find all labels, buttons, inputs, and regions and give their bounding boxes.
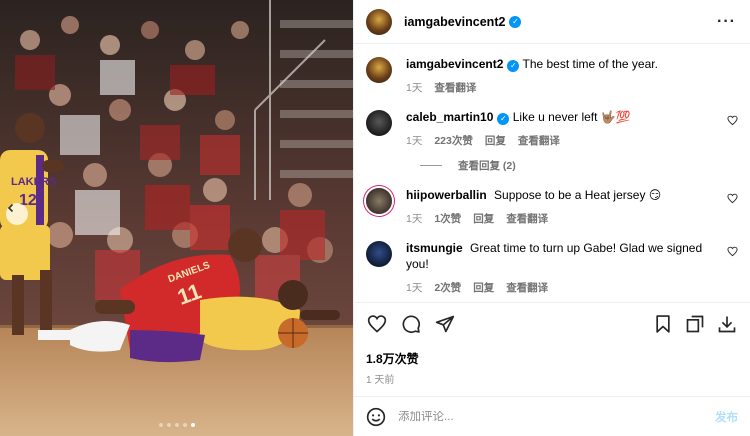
bookmark-icon (656, 314, 670, 333)
carousel-dot (166, 423, 171, 427)
avatar[interactable] (366, 8, 392, 35)
translate-button[interactable]: 查看翻译 (506, 211, 548, 226)
comment-username[interactable]: itsmungie (406, 241, 463, 255)
basketball-photo: LAKERS 12 DANIELS 11 (0, 0, 353, 436)
comment-row: hiipowerballin Suppose to be a Heat jers… (366, 187, 738, 226)
comment-row: caleb_martin10 ✓ Like u never left 🤟🏽💯 1天… (366, 109, 738, 148)
author-username-text[interactable]: iamgabevincent2 (404, 15, 505, 29)
avatar[interactable] (366, 241, 392, 267)
avatar[interactable] (366, 188, 392, 214)
action-bar (354, 302, 750, 344)
more-icon[interactable]: ··· (713, 13, 740, 31)
comment-row: itsmungie Great time to turn up Gabe! Gl… (366, 240, 738, 295)
comment-username[interactable]: caleb_martin10 (406, 110, 493, 124)
reply-button[interactable]: 回复 (473, 280, 494, 295)
carousel-dot (182, 423, 187, 427)
jersey-team-text: LAKERS (11, 176, 56, 188)
view-replies-button[interactable]: 查看回复 (2) (420, 158, 738, 173)
share-icon (435, 315, 455, 332)
share-button[interactable] (434, 313, 456, 335)
comment-time[interactable]: 1天 (406, 280, 422, 295)
heart-icon (367, 314, 387, 333)
posted-time: 1 天前 (366, 375, 395, 386)
comment-time[interactable]: 1天 (406, 211, 422, 226)
likes-count[interactable]: 1.8万次赞 (354, 344, 750, 367)
avatar[interactable] (366, 57, 392, 83)
view-replies-label[interactable]: 查看回复 (2) (458, 158, 516, 173)
carousel-prev-button[interactable] (6, 203, 28, 225)
like-button[interactable] (366, 313, 388, 335)
comment-likes[interactable]: 2次赞 (434, 280, 461, 295)
post-side-panel: iamgabevincent2 ✓ ··· iamgabevincent2 ✓ T… (353, 0, 750, 436)
caption-time[interactable]: 1天 (406, 80, 422, 95)
caption-username[interactable]: iamgabevincent2 (406, 57, 503, 71)
download-icon (718, 316, 736, 332)
chevron-left-icon (7, 203, 14, 213)
avatar[interactable] (366, 110, 392, 136)
carousel-dot (158, 423, 163, 427)
post-media[interactable]: LAKERS 12 DANIELS 11 (0, 0, 353, 436)
carousel-dot (174, 423, 179, 427)
reply-button[interactable]: 回复 (485, 133, 506, 148)
author-username[interactable]: iamgabevincent2 ✓ (404, 15, 522, 29)
post-header: iamgabevincent2 ✓ ··· (354, 0, 750, 44)
caption-translate-button[interactable]: 查看翻译 (434, 80, 476, 95)
verified-icon: ✓ (497, 113, 510, 125)
comment-likes[interactable]: 223次赞 (434, 133, 473, 148)
comment-input[interactable] (398, 410, 715, 423)
heart-icon[interactable] (727, 193, 738, 204)
verified-icon: ✓ (509, 15, 522, 28)
repost-button[interactable] (684, 313, 706, 335)
heart-icon[interactable] (727, 115, 738, 126)
comment-likes[interactable]: 1次赞 (434, 211, 461, 226)
heart-icon[interactable] (727, 246, 738, 257)
caption-text: The best time of the year. (522, 57, 658, 71)
comment-username[interactable]: hiipowerballin (406, 188, 487, 202)
carousel-indicator (0, 423, 353, 427)
comments-list[interactable]: iamgabevincent2 ✓ The best time of the ye… (354, 44, 750, 302)
emoji-icon[interactable] (366, 407, 386, 427)
save-button[interactable] (652, 313, 674, 335)
comment-button[interactable] (400, 313, 422, 335)
repost-icon (686, 315, 704, 332)
comment-composer: 发布 (354, 396, 750, 436)
post-comment-button[interactable]: 发布 (715, 409, 738, 425)
comment-text: Like u never left 🤟🏽💯 (512, 110, 631, 124)
translate-button[interactable]: 查看翻译 (518, 133, 560, 148)
download-button[interactable] (716, 313, 738, 335)
carousel-dot-active (190, 423, 195, 427)
translate-button[interactable]: 查看翻译 (506, 280, 548, 295)
verified-icon: ✓ (507, 60, 520, 72)
replies-divider (420, 165, 442, 166)
comment-text: Suppose to be a Heat jersey 😏 (494, 188, 662, 202)
reply-button[interactable]: 回复 (473, 211, 494, 226)
comment-icon (402, 315, 421, 333)
comment-time[interactable]: 1天 (406, 133, 422, 148)
caption-row: iamgabevincent2 ✓ The best time of the ye… (366, 56, 738, 95)
